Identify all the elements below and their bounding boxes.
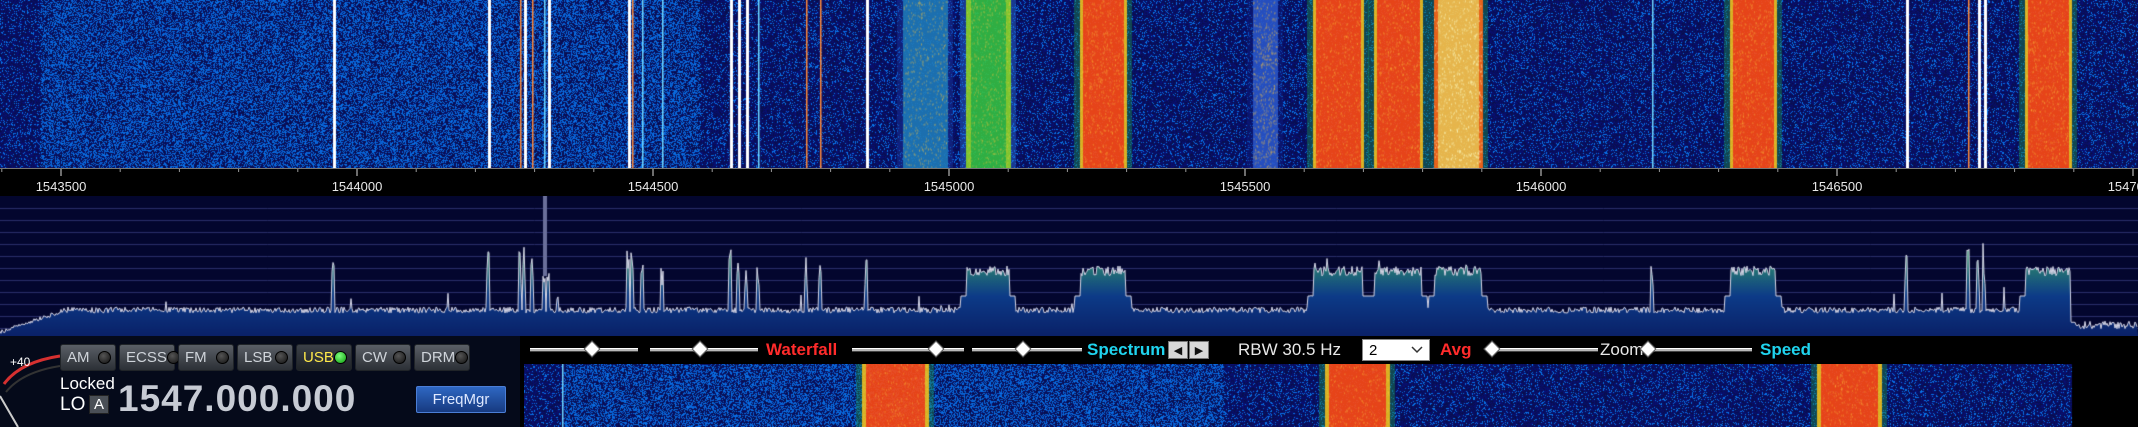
waterfall-label: Waterfall: [766, 340, 838, 359]
mode-label: CW: [362, 349, 387, 366]
mode-button-fm[interactable]: FM: [178, 344, 234, 371]
chevron-down-icon: [1411, 346, 1423, 354]
speed-label: Speed: [1760, 340, 1812, 359]
led-indicator-icon: [275, 351, 288, 364]
axis-tick-label: 1543500: [36, 179, 87, 194]
waterfall-range-slider[interactable]: [650, 340, 758, 358]
avg-label: Avg: [1440, 340, 1472, 359]
mode-button-cw[interactable]: CW: [355, 344, 411, 371]
slider-track: [1644, 348, 1752, 352]
freqmgr-button[interactable]: FreqMgr: [416, 386, 506, 413]
axis-tick-label: 1547000: [2108, 179, 2138, 194]
axis-tick-label: 1545500: [1220, 179, 1271, 194]
led-indicator-icon: [216, 351, 229, 364]
s-meter: +40: [0, 354, 61, 427]
avg-select[interactable]: 2: [1362, 339, 1430, 361]
mode-label: DRM: [421, 349, 456, 366]
s-meter-label: +40: [10, 355, 31, 369]
waterfall-offset-slider[interactable]: [530, 340, 638, 358]
spectrum-range-slider[interactable]: [972, 340, 1082, 358]
control-bar: +40 AM ECSS FM LSB USB CW DRM Locked LO …: [0, 336, 2138, 427]
zoom-slider[interactable]: [1483, 340, 1598, 358]
spectrum-label: Spectrum: [1087, 340, 1166, 359]
display-settings-strip: Waterfall Spectrum ◀ ▶ RBW 30.5 Hz 2 Avg…: [524, 336, 2138, 364]
mode-button-lsb[interactable]: LSB: [237, 344, 293, 371]
mode-button-am[interactable]: AM: [60, 344, 116, 371]
mode-label: ECSS: [126, 349, 167, 366]
slider-thumb[interactable]: [1483, 340, 1501, 358]
rbw-increase-button[interactable]: ▶: [1189, 341, 1209, 359]
slider-track: [1488, 348, 1598, 352]
axis-tick-label: 1545000: [924, 179, 975, 194]
frequency-axis[interactable]: 1543500 1544000 1544500 1545000 1545500 15460…: [0, 168, 2138, 196]
led-indicator-icon: [98, 351, 111, 364]
rbw-label: RBW 30.5 Hz: [1238, 340, 1341, 359]
lo-label: LO: [60, 394, 86, 415]
speed-slider[interactable]: [1639, 340, 1752, 358]
mode-button-drm[interactable]: DRM: [414, 344, 470, 371]
slider-thumb[interactable]: [583, 340, 601, 358]
axis-tick-label: 1546000: [1516, 179, 1567, 194]
zoomed-waterfall-display[interactable]: [524, 364, 2138, 427]
mode-label: AM: [67, 349, 90, 366]
axis-tick-label: 1546500: [1812, 179, 1863, 194]
slider-thumb[interactable]: [1014, 340, 1032, 358]
led-indicator-icon: [334, 351, 347, 364]
avg-value: 2: [1369, 341, 1378, 359]
zoom-label: Zoom: [1600, 340, 1644, 359]
lock-status: Locked: [60, 374, 115, 393]
mode-label: USB: [303, 349, 334, 366]
lo-a-button[interactable]: A: [89, 395, 109, 414]
mode-button-ecss[interactable]: ECSS: [119, 344, 180, 371]
slider-track: [852, 348, 964, 352]
mode-label: FM: [185, 349, 207, 366]
frequency-axis-svg: 1543500 1544000 1544500 1545000 1545500 15460…: [1, 169, 2138, 194]
led-indicator-icon: [393, 351, 406, 364]
lo-frequency-display[interactable]: 1547.000.000: [118, 378, 356, 420]
slider-thumb[interactable]: [691, 340, 709, 358]
spectrum-offset-slider[interactable]: [852, 340, 964, 358]
axis-tick-label: 1544500: [628, 179, 679, 194]
led-indicator-icon: [455, 351, 469, 364]
demodulation-mode-selector: AM ECSS FM LSB USB CW DRM: [60, 344, 470, 371]
slider-thumb[interactable]: [927, 340, 945, 358]
waterfall-display[interactable]: [0, 0, 2138, 168]
mode-label: LSB: [244, 349, 273, 366]
rbw-decrease-button[interactable]: ◀: [1168, 341, 1188, 359]
receiver-control-panel: +40 AM ECSS FM LSB USB CW DRM Locked LO …: [0, 336, 520, 427]
spectrum-display[interactable]: [0, 196, 2138, 336]
axis-tick-label: 1544000: [332, 179, 383, 194]
mode-button-usb[interactable]: USB: [296, 344, 352, 371]
